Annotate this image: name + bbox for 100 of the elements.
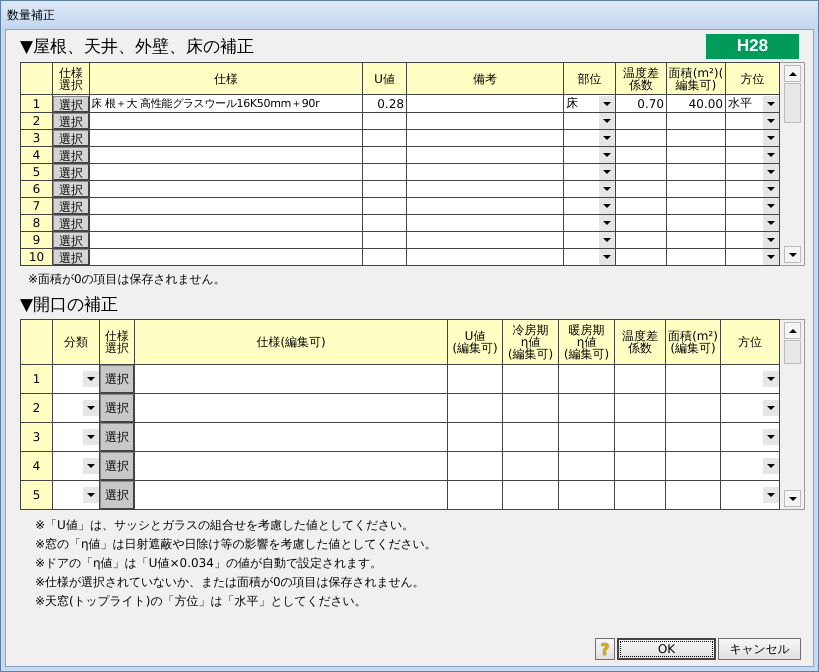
table-cell <box>616 180 666 198</box>
note-text: ※ドアの「η値」は「U値×0.034」の値が自動で設定されます。 <box>35 555 383 572</box>
table-cell <box>558 394 614 422</box>
dropdown-field[interactable] <box>726 164 780 180</box>
scroll-down-button[interactable] <box>784 246 801 263</box>
note-text: ※仕様が選択されていないか、または面積が0の項目は保存されません。 <box>35 574 426 591</box>
dropdown-field[interactable]: 水平 <box>726 94 780 112</box>
table-cell <box>448 452 502 480</box>
table-cell <box>558 480 614 510</box>
column-header: U値 <box>362 62 406 94</box>
table-cell <box>614 422 666 452</box>
select-button[interactable]: 選択 <box>54 216 88 230</box>
dropdown-field[interactable] <box>52 394 100 422</box>
dropdown-field[interactable] <box>720 364 780 394</box>
column-header: 仕様選択 <box>105 330 129 354</box>
select-button[interactable]: 選択 <box>54 164 88 180</box>
scroll-up-button[interactable] <box>784 322 801 339</box>
select-button[interactable]: 選択 <box>54 148 88 162</box>
row-number: 5 <box>20 480 52 510</box>
table-cell <box>616 130 666 146</box>
column-header: 面積(m²) (編集可) <box>666 320 720 364</box>
select-button[interactable]: 選択 <box>100 482 134 508</box>
table-cell: 0.28 <box>362 94 406 112</box>
dropdown-field[interactable] <box>52 452 100 480</box>
table-cell <box>616 198 666 214</box>
dropdown-field[interactable] <box>564 180 616 198</box>
column-header: 温度差係数 <box>623 66 659 90</box>
dropdown-field[interactable] <box>720 394 780 422</box>
table-cell <box>616 146 666 164</box>
dropdown-field[interactable] <box>564 112 616 130</box>
select-button[interactable]: 選択 <box>54 198 88 214</box>
ok-button[interactable]: OK <box>617 638 716 660</box>
select-button[interactable]: 選択 <box>54 232 88 248</box>
table-cell <box>616 112 666 130</box>
table-cell: 床 根＋大 高性能グラスウール16K50mm＋90r <box>90 94 362 112</box>
table-cell <box>666 232 726 248</box>
table-cell <box>666 198 726 214</box>
table-cell <box>666 248 726 266</box>
scroll-thumb[interactable] <box>784 340 801 364</box>
dropdown-field[interactable] <box>564 130 616 146</box>
column-header: 冷房期 η値 (編集可) <box>502 320 558 364</box>
table-cell <box>558 452 614 480</box>
select-button[interactable]: 選択 <box>100 424 134 450</box>
row-number: 4 <box>20 452 52 480</box>
dropdown-field[interactable] <box>564 164 616 180</box>
select-button[interactable]: 選択 <box>54 250 88 264</box>
dropdown-field[interactable] <box>726 248 780 266</box>
dropdown-field[interactable] <box>726 146 780 164</box>
dropdown-field[interactable] <box>564 198 616 214</box>
dropdown-field[interactable] <box>52 480 100 510</box>
dropdown-field[interactable] <box>52 422 100 452</box>
scrollbar[interactable] <box>780 62 805 266</box>
column-header: U値 (編集可) <box>448 320 502 364</box>
dropdown-field[interactable] <box>720 480 780 510</box>
scroll-down-button[interactable] <box>784 490 801 507</box>
select-button[interactable]: 選択 <box>54 182 88 196</box>
select-button[interactable]: 選択 <box>100 452 134 480</box>
dropdown-field[interactable] <box>726 198 780 214</box>
scroll-up-button[interactable] <box>784 65 801 82</box>
table-cell <box>614 480 666 510</box>
scroll-thumb[interactable] <box>784 83 801 123</box>
window-title: 数量補正 <box>7 6 55 24</box>
select-button[interactable]: 選択 <box>54 130 88 146</box>
select-button[interactable]: 選択 <box>100 394 134 422</box>
table-cell <box>448 422 502 452</box>
dropdown-field[interactable] <box>726 232 780 248</box>
select-button[interactable]: 選択 <box>54 114 88 128</box>
scrollbar[interactable] <box>780 319 805 510</box>
table-cell <box>502 364 558 394</box>
dropdown-field[interactable] <box>726 214 780 232</box>
table-cell <box>558 422 614 452</box>
dropdown-field[interactable] <box>720 452 780 480</box>
table-cell <box>666 164 726 180</box>
column-header: 方位 <box>720 320 780 364</box>
cancel-button[interactable]: キャンセル <box>718 638 801 660</box>
row-number: 1 <box>20 94 52 112</box>
table-cell <box>362 112 406 130</box>
dropdown-field[interactable] <box>564 214 616 232</box>
dropdown-field[interactable] <box>564 248 616 266</box>
section-title: ▼屋根、天井、外壁、床の補正 <box>20 36 254 58</box>
column-header: 備考 <box>406 62 564 94</box>
table-cell <box>616 164 666 180</box>
dropdown-field[interactable] <box>720 422 780 452</box>
dropdown-field[interactable] <box>726 130 780 146</box>
dropdown-field[interactable] <box>564 232 616 248</box>
column-header: 仕様 <box>90 62 362 94</box>
dropdown-field[interactable] <box>564 146 616 164</box>
column-header: 面積(m²)( 編集可) <box>666 62 726 94</box>
table-cell <box>362 130 406 146</box>
dropdown-field[interactable]: 床 <box>564 94 616 112</box>
select-button[interactable]: 選択 <box>100 366 134 392</box>
table-cell <box>666 422 720 452</box>
dropdown-field[interactable] <box>52 364 100 394</box>
table-cell <box>666 130 726 146</box>
note-text: ※「U値」は、サッシとガラスの組合せを考慮した値としてください。 <box>35 517 415 534</box>
select-button[interactable]: 選択 <box>54 96 88 112</box>
table-cell <box>666 480 720 510</box>
dropdown-field[interactable] <box>726 112 780 130</box>
dropdown-field[interactable] <box>726 180 780 198</box>
table-cell <box>616 248 666 266</box>
